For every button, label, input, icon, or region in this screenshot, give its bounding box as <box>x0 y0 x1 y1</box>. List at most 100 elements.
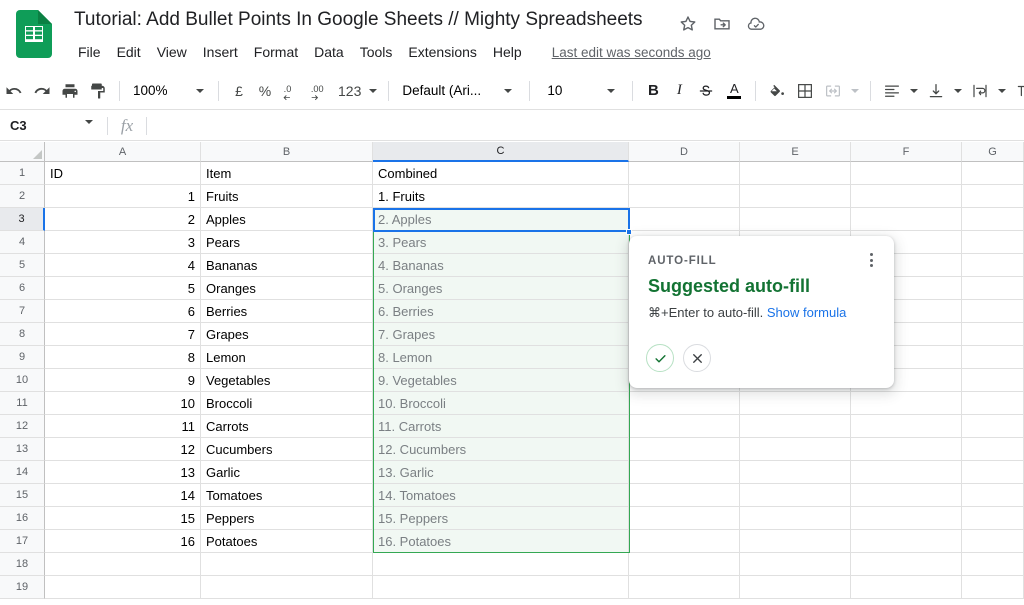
row-header-13[interactable]: 13 <box>0 438 45 461</box>
zoom-chevron-down-icon[interactable] <box>183 77 211 105</box>
cell-C6[interactable]: 5. Oranges <box>373 277 629 300</box>
cell-F16[interactable] <box>851 507 962 530</box>
cell-G18[interactable] <box>962 553 1024 576</box>
cell-G1[interactable] <box>962 162 1024 185</box>
cell-E2[interactable] <box>740 185 851 208</box>
column-header-c[interactable]: C <box>373 142 629 162</box>
cell-F3[interactable] <box>851 208 962 231</box>
cell-C19[interactable] <box>373 576 629 599</box>
menu-view[interactable]: View <box>149 42 195 62</box>
column-header-a[interactable]: A <box>45 142 201 162</box>
vertical-align-chevron-down-icon[interactable] <box>950 77 966 105</box>
cell-B3[interactable]: Apples <box>201 208 373 231</box>
cell-D18[interactable] <box>629 553 740 576</box>
menu-help[interactable]: Help <box>485 42 530 62</box>
cell-B19[interactable] <box>201 576 373 599</box>
row-header-15[interactable]: 15 <box>0 484 45 507</box>
increase-decimal-button[interactable]: .00 <box>306 77 334 105</box>
cell-E1[interactable] <box>740 162 851 185</box>
cell-D1[interactable] <box>629 162 740 185</box>
cell-C12[interactable]: 11. Carrots <box>373 415 629 438</box>
cell-G4[interactable] <box>962 231 1024 254</box>
row-header-10[interactable]: 10 <box>0 369 45 392</box>
strikethrough-button[interactable] <box>692 77 720 105</box>
cell-G15[interactable] <box>962 484 1024 507</box>
menu-file[interactable]: File <box>74 42 109 62</box>
row-header-17[interactable]: 17 <box>0 530 45 553</box>
cell-D15[interactable] <box>629 484 740 507</box>
cell-G11[interactable] <box>962 392 1024 415</box>
cell-C9[interactable]: 8. Lemon <box>373 346 629 369</box>
row-header-14[interactable]: 14 <box>0 461 45 484</box>
menu-data[interactable]: Data <box>306 42 352 62</box>
font-family-selector[interactable]: Default (Ari... <box>396 78 494 104</box>
cell-C17[interactable]: 16. Potatoes <box>373 530 629 553</box>
row-header-1[interactable]: 1 <box>0 162 45 185</box>
menu-extensions[interactable]: Extensions <box>400 42 484 62</box>
move-to-folder-icon[interactable] <box>712 14 732 34</box>
cell-A8[interactable]: 7 <box>45 323 201 346</box>
cell-A1[interactable]: ID <box>45 162 201 185</box>
sheets-logo-icon[interactable] <box>16 10 52 58</box>
menu-insert[interactable]: Insert <box>195 42 246 62</box>
cell-G19[interactable] <box>962 576 1024 599</box>
cell-E16[interactable] <box>740 507 851 530</box>
cell-E14[interactable] <box>740 461 851 484</box>
cell-G9[interactable] <box>962 346 1024 369</box>
cell-C1[interactable]: Combined <box>373 162 629 185</box>
cell-A5[interactable]: 4 <box>45 254 201 277</box>
cell-B16[interactable]: Peppers <box>201 507 373 530</box>
cell-E18[interactable] <box>740 553 851 576</box>
bold-button[interactable]: B <box>640 78 666 104</box>
row-header-4[interactable]: 4 <box>0 231 45 254</box>
cell-B5[interactable]: Bananas <box>201 254 373 277</box>
cell-A15[interactable]: 14 <box>45 484 201 507</box>
cell-G7[interactable] <box>962 300 1024 323</box>
text-wrap-icon[interactable] <box>966 77 994 105</box>
cell-C2[interactable]: 1. Fruits <box>373 185 629 208</box>
formula-input[interactable] <box>147 111 1024 141</box>
number-format-selector[interactable]: 123 <box>334 78 365 104</box>
menu-tools[interactable]: Tools <box>352 42 401 62</box>
cell-B2[interactable]: Fruits <box>201 185 373 208</box>
text-color-button[interactable]: A <box>720 77 748 105</box>
paint-format-icon[interactable] <box>84 77 112 105</box>
row-header-7[interactable]: 7 <box>0 300 45 323</box>
horizontal-align-chevron-down-icon[interactable] <box>906 77 922 105</box>
select-all-corner[interactable] <box>0 142 45 162</box>
zoom-selector[interactable]: 100% <box>127 78 183 104</box>
cell-D13[interactable] <box>629 438 740 461</box>
column-header-d[interactable]: D <box>629 142 740 162</box>
row-header-12[interactable]: 12 <box>0 415 45 438</box>
menu-format[interactable]: Format <box>246 42 306 62</box>
cell-B17[interactable]: Potatoes <box>201 530 373 553</box>
row-header-11[interactable]: 11 <box>0 392 45 415</box>
vertical-align-icon[interactable] <box>922 77 950 105</box>
cell-C14[interactable]: 13. Garlic <box>373 461 629 484</box>
cell-B14[interactable]: Garlic <box>201 461 373 484</box>
cell-B12[interactable]: Carrots <box>201 415 373 438</box>
cell-B7[interactable]: Berries <box>201 300 373 323</box>
cell-A18[interactable] <box>45 553 201 576</box>
cell-A2[interactable]: 1 <box>45 185 201 208</box>
more-options-icon[interactable] <box>862 251 880 269</box>
cell-C16[interactable]: 15. Peppers <box>373 507 629 530</box>
print-icon[interactable] <box>56 77 84 105</box>
cell-F12[interactable] <box>851 415 962 438</box>
cell-B18[interactable] <box>201 553 373 576</box>
cell-A4[interactable]: 3 <box>45 231 201 254</box>
row-header-5[interactable]: 5 <box>0 254 45 277</box>
cell-D19[interactable] <box>629 576 740 599</box>
row-header-9[interactable]: 9 <box>0 346 45 369</box>
column-header-e[interactable]: E <box>740 142 851 162</box>
cell-F15[interactable] <box>851 484 962 507</box>
cell-G2[interactable] <box>962 185 1024 208</box>
row-header-2[interactable]: 2 <box>0 185 45 208</box>
cell-A16[interactable]: 15 <box>45 507 201 530</box>
cell-A7[interactable]: 6 <box>45 300 201 323</box>
horizontal-align-icon[interactable] <box>878 77 906 105</box>
row-header-18[interactable]: 18 <box>0 553 45 576</box>
column-header-f[interactable]: F <box>851 142 962 162</box>
cell-C3[interactable]: 2. Apples <box>373 208 629 231</box>
percent-format-button[interactable]: % <box>252 78 278 104</box>
